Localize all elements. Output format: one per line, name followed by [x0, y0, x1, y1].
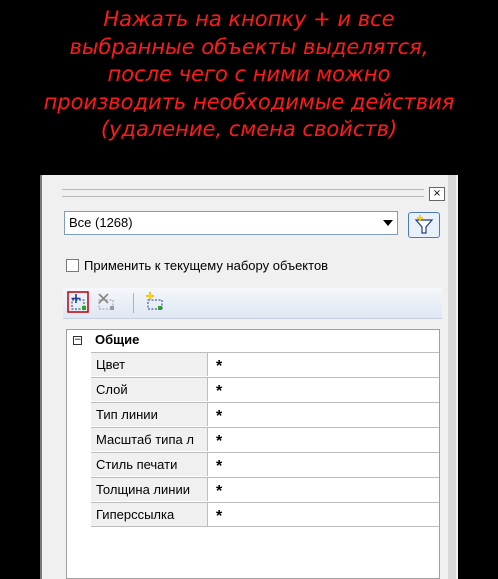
palette-titlebar[interactable]: × — [62, 187, 450, 201]
add-to-selection-icon — [67, 291, 89, 313]
property-row[interactable]: Тип линии * — [91, 402, 439, 426]
properties-grid: − Общие Цвет * Слой * Тип линии * Масшта… — [66, 329, 440, 579]
quick-select-button[interactable] — [408, 212, 440, 238]
chevron-down-icon[interactable] — [383, 220, 393, 226]
property-value[interactable]: * — [216, 453, 222, 476]
apply-to-current-set-label: Применить к текущему набору объектов — [84, 258, 329, 273]
remove-from-selection-button[interactable] — [95, 291, 117, 313]
category-label: Общие — [95, 332, 140, 347]
selection-dropdown-value: Все (1268) — [69, 215, 133, 230]
close-button[interactable]: × — [429, 187, 445, 201]
property-value[interactable]: * — [216, 428, 222, 451]
property-value[interactable]: * — [216, 478, 222, 501]
property-row[interactable]: Масштаб типа л * — [91, 427, 439, 451]
property-name: Гиперссылка — [91, 503, 208, 526]
property-name: Цвет — [91, 353, 208, 376]
instruction-caption: Нажать на кнопку + и все выбранные объек… — [0, 6, 498, 144]
caption-line: (удаление, смена свойств) — [100, 117, 398, 141]
property-name: Толщина линии — [91, 478, 208, 501]
property-row[interactable]: Гиперссылка * — [91, 502, 439, 527]
palette-grip[interactable] — [62, 189, 424, 197]
grid-gutter — [67, 352, 91, 578]
selection-toolbar — [63, 288, 442, 319]
filter-icon — [414, 215, 434, 234]
caption-line: после чего с ними можно — [107, 62, 391, 86]
property-name: Стиль печати — [91, 453, 208, 476]
caption-line: Нажать на кнопку + и все — [103, 7, 395, 31]
property-value[interactable]: * — [216, 378, 222, 401]
select-objects-button[interactable] — [143, 291, 165, 313]
add-to-selection-button[interactable] — [67, 291, 89, 313]
collapse-icon[interactable]: − — [73, 336, 82, 345]
property-row[interactable]: Стиль печати * — [91, 452, 439, 476]
properties-palette: × Все (1268) Применить к текущему набору… — [40, 175, 458, 579]
category-general[interactable]: − Общие — [67, 330, 439, 352]
remove-from-selection-icon — [98, 293, 114, 310]
property-value[interactable]: * — [216, 353, 222, 376]
property-name: Тип линии — [91, 403, 208, 426]
property-name: Слой — [91, 378, 208, 401]
caption-line: выбранные объекты выделятся, — [69, 34, 429, 59]
caption-line: производить необходимые действия — [43, 89, 455, 114]
select-objects-icon — [146, 292, 163, 310]
apply-to-current-set-checkbox[interactable] — [66, 259, 79, 272]
palette-scroll-edge — [448, 175, 456, 579]
property-row[interactable]: Цвет * — [91, 352, 439, 376]
property-value[interactable]: * — [216, 503, 222, 526]
selection-dropdown[interactable]: Все (1268) — [64, 211, 398, 235]
property-row[interactable]: Толщина линии * — [91, 477, 439, 501]
property-row[interactable]: Слой * — [91, 377, 439, 401]
toolbar-separator — [133, 293, 134, 313]
property-name: Масштаб типа л — [91, 428, 208, 451]
property-value[interactable]: * — [216, 403, 222, 426]
